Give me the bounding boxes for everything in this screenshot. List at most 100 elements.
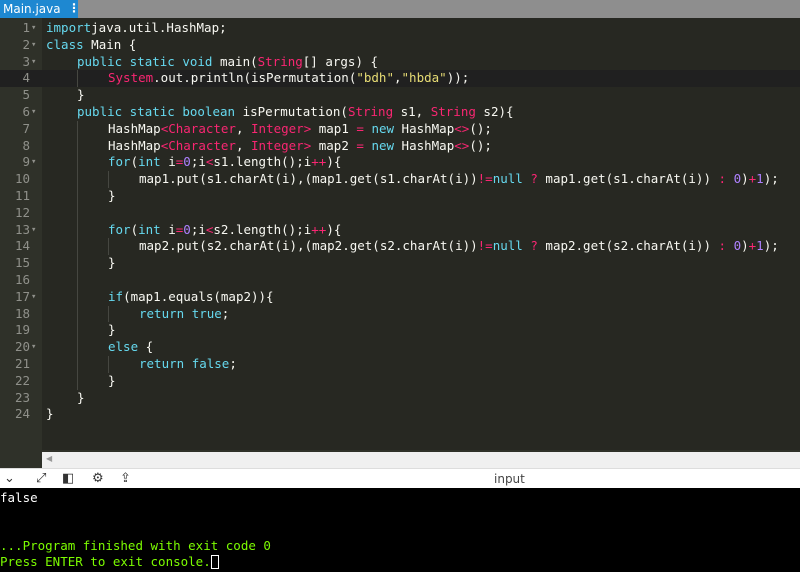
code-line[interactable]: 11} <box>0 187 800 205</box>
code-token: : <box>718 171 727 187</box>
indent-guide <box>77 137 78 155</box>
line-number: 19 <box>14 322 30 338</box>
console-prompt-text: Press ENTER to exit console. <box>0 554 211 569</box>
code-line[interactable]: 23} <box>0 390 800 407</box>
code-token: int <box>138 154 161 170</box>
code-text: HashMap<Character, Integer> map1 = new H… <box>108 121 492 138</box>
code-token: new <box>371 120 395 136</box>
fold-toggle-icon[interactable]: ▾ <box>31 20 40 37</box>
code-line[interactable]: 20 ▾ else { <box>0 339 800 356</box>
code-token: new <box>371 137 395 153</box>
code-token: 0 <box>733 171 742 187</box>
code-line[interactable]: 19} <box>0 322 800 340</box>
line-number: 15 <box>14 255 30 271</box>
code-token: ){ <box>326 154 342 170</box>
line-number: 1 <box>22 20 30 35</box>
code-text: map2.put(s2.charAt(i),(map2.get(s2.charA… <box>139 238 779 255</box>
code-line[interactable]: 17 ▾ if(map1.equals(map2)){ <box>0 288 800 306</box>
code-line[interactable]: 14 map2.put(s2.charAt(i),(map2.get(s2.cha… <box>0 238 800 256</box>
code-token: ; <box>221 305 230 321</box>
code-token: .out.println(isPermutation( <box>153 70 357 86</box>
code-token: ++ <box>311 221 327 237</box>
fold-toggle-icon[interactable]: ▾ <box>31 222 40 239</box>
code-line[interactable]: 8 HashMap<Character, Integer> map2 = new … <box>0 137 800 155</box>
code-token: ; <box>229 355 237 371</box>
code-line[interactable]: 2 ▾ class Main { <box>0 37 800 54</box>
fold-toggle-icon[interactable]: ▾ <box>31 154 40 171</box>
code-token: public static boolean <box>77 103 236 119</box>
code-text: for(int i=0;i<s1.length();i++){ <box>108 154 341 171</box>
code-text: else { <box>108 339 153 356</box>
share-icon[interactable]: ⇪ <box>120 471 131 487</box>
code-token: ) <box>741 238 749 254</box>
input-tab-label[interactable]: input <box>494 472 525 486</box>
chevron-down-icon[interactable]: ⌄ <box>4 471 15 487</box>
indent-guide <box>77 322 78 340</box>
code-token: HashMap <box>394 137 455 153</box>
code-token: (); <box>469 137 492 153</box>
fold-toggle-icon[interactable]: ▾ <box>31 104 40 121</box>
line-number: 4 <box>22 70 30 86</box>
expand-icon[interactable]: ⤢ <box>36 471 46 487</box>
fold-toggle-icon[interactable]: ▾ <box>31 54 40 71</box>
code-text: importjava.util.HashMap; <box>46 20 227 37</box>
code-token: ;i <box>190 221 206 237</box>
console-output[interactable]: false ...Program finished with exit code… <box>0 488 800 572</box>
code-token: HashMap <box>108 120 161 136</box>
code-line[interactable]: 1 ▾ importjava.util.HashMap; <box>0 20 800 37</box>
tab-menu-icon[interactable]: ⋮ <box>68 1 80 15</box>
scroll-left-icon[interactable]: ◀ <box>46 454 52 463</box>
fold-toggle-icon[interactable]: ▾ <box>31 339 40 356</box>
indent-guide <box>77 305 78 323</box>
indent-guide <box>77 355 78 373</box>
fold-toggle-icon[interactable]: ▾ <box>31 289 40 306</box>
line-number: 22 <box>14 372 30 388</box>
code-line[interactable]: 24} <box>0 406 800 423</box>
code-line[interactable]: 16 <box>0 271 800 289</box>
code-token: main( <box>212 53 258 69</box>
code-token: , <box>235 137 252 153</box>
code-line[interactable]: 12 <box>0 204 800 222</box>
code-token: ++ <box>311 154 327 170</box>
code-token: return <box>139 305 185 321</box>
code-line[interactable]: 22} <box>0 372 800 390</box>
code-token: else <box>108 339 139 355</box>
code-token: ) <box>741 171 749 187</box>
layout-icon[interactable]: ◧ <box>62 471 74 487</box>
code-line[interactable]: 3 ▾ public static void main(String[] args)… <box>0 54 800 71</box>
code-token: map1.get(s1.charAt(i)) <box>537 171 719 187</box>
code-line[interactable]: 6 ▾ public static boolean isPermutation(St… <box>0 104 800 121</box>
code-token: 1 <box>756 238 764 254</box>
code-token: 0 <box>183 221 191 237</box>
code-editor[interactable]: 1 ▾ importjava.util.HashMap; 2 ▾ class Main {… <box>0 18 800 468</box>
code-line[interactable]: 5} <box>0 87 800 104</box>
indent-guide <box>77 204 78 222</box>
gear-icon[interactable]: ⚙ <box>92 471 104 487</box>
code-text: } <box>46 406 54 423</box>
code-line[interactable]: 10 map1.put(s1.charAt(i),(map1.get(s1.cha… <box>0 171 800 188</box>
code-token: ;i <box>190 154 206 170</box>
code-line[interactable]: 21 return false; <box>0 355 800 373</box>
code-token: map1.put(s1.charAt(i),(map1.get(s1.charA… <box>139 171 478 187</box>
code-text: } <box>108 255 116 272</box>
line-number: 23 <box>14 389 30 405</box>
code-line[interactable]: 9 ▾ for(int i=0;i<s1.length();i++){ <box>0 154 800 172</box>
file-tab[interactable]: Main.java <box>0 0 78 18</box>
code-line[interactable]: 15} <box>0 255 800 272</box>
code-token: import <box>46 20 92 35</box>
code-token: (map1.equals(map2)){ <box>123 288 274 304</box>
indent-guide <box>77 70 78 88</box>
code-token: (); <box>469 120 492 136</box>
code-line[interactable]: 4 System.out.println(isPermutation("bdh",… <box>0 70 800 88</box>
code-line[interactable]: 18 return true; <box>0 305 800 323</box>
code-token: s1.length();i <box>213 154 312 170</box>
fold-toggle-icon[interactable]: ▾ <box>31 37 40 54</box>
line-number: 2 <box>22 36 30 52</box>
code-text: } <box>108 322 116 339</box>
horizontal-scrollbar[interactable]: ◀ <box>42 452 800 468</box>
console-cursor <box>210 555 219 569</box>
code-line[interactable]: 7 HashMap<Character, Integer> map1 = new … <box>0 120 800 138</box>
code-line[interactable]: 13 ▾ for(int i=0;i<s2.length();i++){ <box>0 221 800 239</box>
